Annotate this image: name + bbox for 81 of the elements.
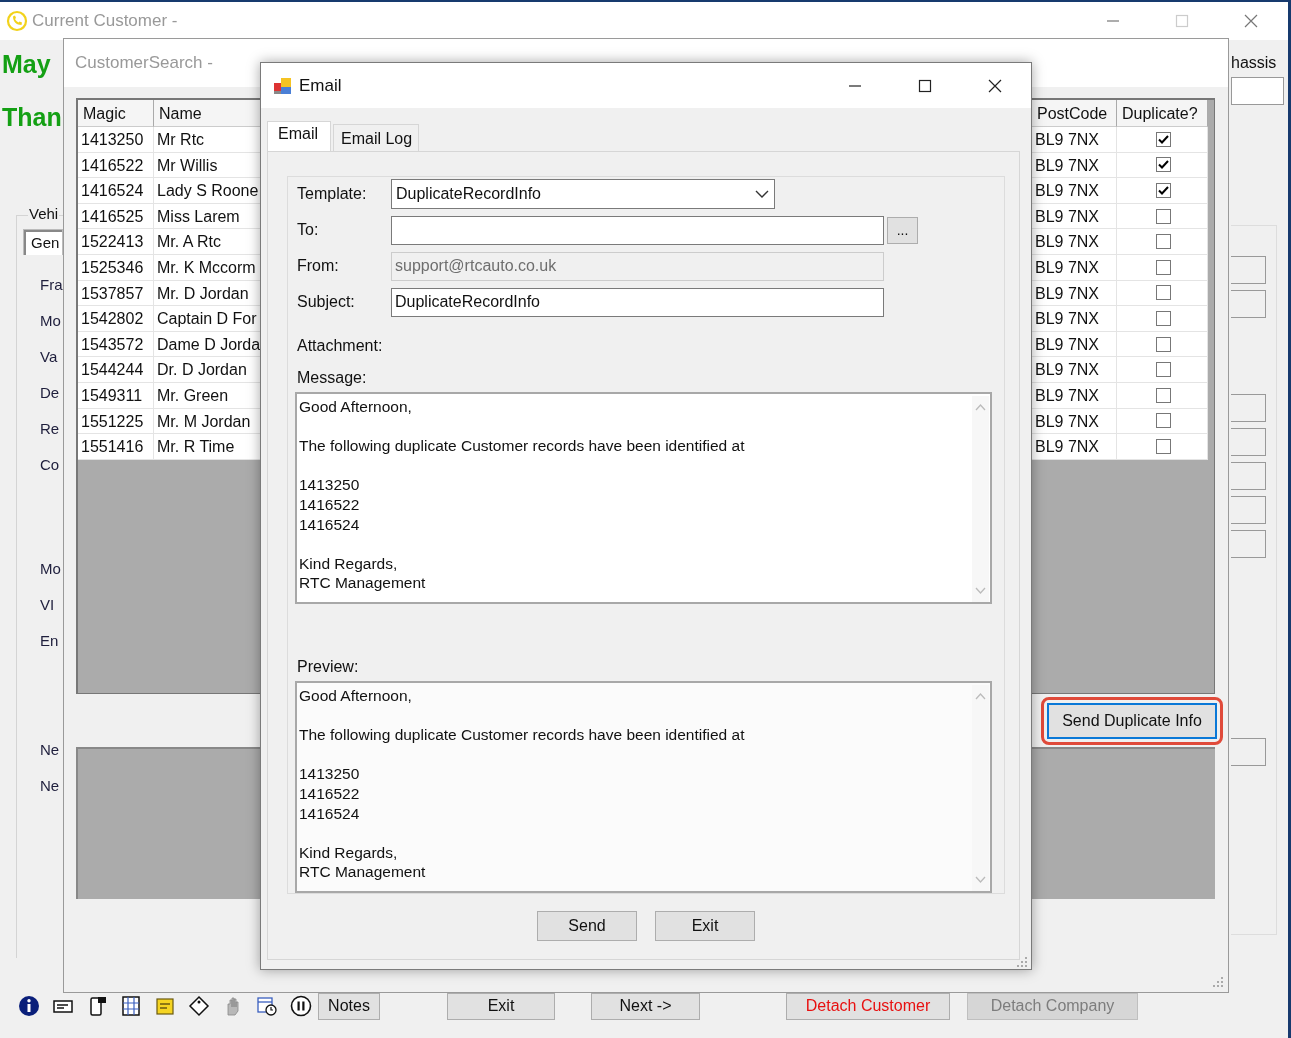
heading-text: Than — [2, 104, 63, 131]
table-cell: BL9 7NX — [1032, 434, 1117, 460]
button[interactable]: Next -> — [591, 992, 700, 1020]
message-paragraph: The following duplicate Customer records have been identified at — [299, 436, 745, 456]
field-label: Va — [40, 348, 59, 366]
table-cell: 1416525 — [78, 203, 154, 230]
input-field: support@rtcauto.co.uk — [391, 251, 884, 281]
table-cell: 1551416 — [78, 434, 154, 460]
table-cell: BL9 7NX — [1032, 127, 1117, 153]
template-dropdown[interactable]: DuplicateRecordInfo — [391, 179, 775, 209]
button[interactable]: Send — [537, 911, 637, 941]
input-field[interactable]: DuplicateRecordInfo — [391, 287, 884, 317]
field-label: From: — [297, 257, 340, 275]
message-paragraph: Good Afternoon, — [299, 686, 413, 706]
send-duplicate-button[interactable]: Send Duplicate Info — [1047, 702, 1217, 739]
field-label: Template: — [297, 185, 368, 203]
button[interactable]: Exit — [655, 911, 755, 941]
tab[interactable]: Email Log — [333, 124, 419, 151]
column-header[interactable]: Duplicate? — [1117, 100, 1208, 127]
table-cell: BL9 7NX — [1032, 382, 1117, 409]
table-cell: 1549311 — [78, 382, 154, 409]
column-header[interactable]: Name — [154, 100, 262, 127]
table-cell: 1543572 — [78, 331, 154, 358]
heading-text: May — [2, 51, 52, 78]
table-cell: BL9 7NX — [1032, 203, 1117, 230]
field-label: Co — [40, 456, 61, 474]
column-header[interactable]: Magic — [78, 100, 154, 127]
message-paragraph: Kind Regards, RTC Management — [299, 842, 427, 882]
table-cell: 1551225 — [78, 408, 154, 435]
table-cell: BL9 7NX — [1032, 331, 1117, 358]
column-header[interactable]: PostCode — [1032, 100, 1117, 127]
table-cell: BL9 7NX — [1032, 152, 1117, 179]
field-label: Ne — [40, 741, 61, 759]
button[interactable]: Exit — [447, 992, 555, 1020]
message-paragraph: 1413250 1416522 1416524 — [299, 475, 361, 535]
table-cell: BL9 7NX — [1032, 306, 1117, 332]
table-cell: 1537857 — [78, 280, 154, 307]
table-cell: 1413250 — [78, 127, 154, 153]
table-cell: 1522413 — [78, 229, 154, 255]
field-label: Mo — [40, 312, 62, 330]
table-cell: BL9 7NX — [1032, 229, 1117, 255]
field-label: Mo — [40, 560, 62, 578]
message-paragraph: Kind Regards, RTC Management — [299, 553, 427, 593]
field-label: Re — [40, 420, 61, 438]
field-label: VI — [40, 596, 56, 614]
table-cell: 1542802 — [78, 306, 154, 332]
table-cell: BL9 7NX — [1032, 280, 1117, 307]
window-title: Current Customer - — [32, 11, 179, 31]
field-label: Subject: — [297, 293, 356, 311]
field-label: En — [40, 632, 60, 650]
field-label: hassis — [1231, 54, 1277, 72]
group-label: Vehi — [28, 205, 60, 222]
message-paragraph: 1413250 1416522 1416524 — [299, 764, 361, 824]
tab[interactable]: Email — [267, 121, 331, 151]
window-title: Email — [299, 75, 343, 96]
table-cell: BL9 7NX — [1032, 254, 1117, 281]
window-title: CustomerSearch - — [75, 53, 214, 73]
text-area[interactable]: Good Afternoon, The following duplicate Customer records have been identified at 1413250 1416522 1416524 Kind Regards, RTC Management — [295, 681, 992, 893]
field-label: Message: — [297, 369, 368, 387]
field-label: Ne — [40, 777, 61, 795]
table-cell: 1525346 — [78, 254, 154, 281]
browse-button[interactable]: ... — [887, 216, 918, 244]
table-cell: 1416524 — [78, 178, 154, 204]
table-cell: 1416522 — [78, 152, 154, 179]
field-label: Fra — [40, 276, 63, 294]
dropdown-value: DuplicateRecordInfo — [396, 185, 541, 203]
button: Detach Company — [967, 992, 1138, 1020]
button[interactable]: Detach Customer — [786, 992, 950, 1020]
tab[interactable]: Gen — [23, 229, 63, 255]
table-cell: BL9 7NX — [1032, 408, 1117, 435]
text-area[interactable]: Good Afternoon, The following duplicate Customer records have been identified at 1413250 1416522 1416524 Kind Regards, RTC Management — [295, 392, 992, 604]
table-cell: 1544244 — [78, 357, 154, 383]
notes-button[interactable]: Notes — [318, 992, 380, 1020]
message-paragraph: The following duplicate Customer records have been identified at — [299, 725, 745, 745]
field-label: To: — [297, 221, 320, 239]
field-label: De — [40, 384, 61, 402]
field-label: Preview: — [297, 658, 360, 676]
message-paragraph: Good Afternoon, — [299, 397, 413, 417]
field-label: Attachment: — [297, 337, 384, 355]
table-cell: BL9 7NX — [1032, 178, 1117, 204]
table-cell: BL9 7NX — [1032, 357, 1117, 383]
